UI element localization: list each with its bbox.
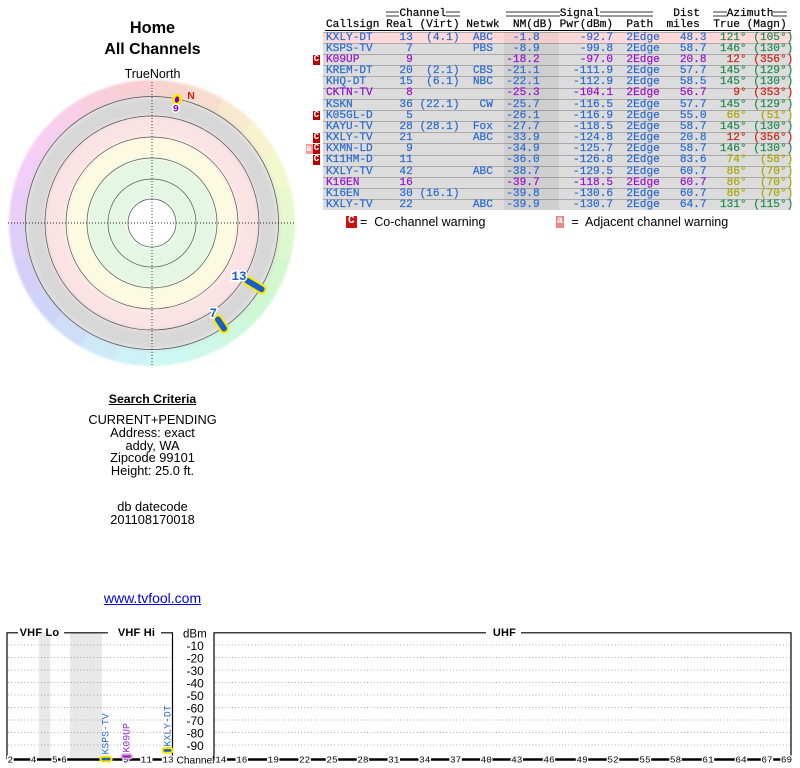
svg-text:49: 49 [576,755,587,766]
svg-text:14: 14 [215,755,227,766]
svg-text:N: N [187,90,195,102]
svg-text:2: 2 [7,755,13,766]
svg-text:61: 61 [702,755,714,766]
svg-text:37: 37 [450,755,461,766]
svg-text:KSPS-TV: KSPS-TV [101,713,112,754]
svg-text:28: 28 [357,755,369,766]
svg-text:-90: -90 [186,739,204,753]
svg-text:13: 13 [162,755,174,766]
svg-text:69: 69 [781,755,792,766]
svg-text:KXLY-DT: KXLY-DT [163,705,174,746]
svg-text:67: 67 [761,755,772,766]
svg-text:6: 6 [61,755,67,766]
svg-text:5: 5 [52,755,58,766]
svg-text:16: 16 [236,755,248,766]
svg-text:46: 46 [543,755,555,766]
svg-text:43: 43 [511,755,523,766]
svg-text:40: 40 [481,755,493,766]
svg-text:UHF: UHF [493,627,516,639]
svg-text:19: 19 [268,755,279,766]
svg-text:7: 7 [210,307,218,321]
svg-text:64: 64 [735,755,747,766]
svg-text:31: 31 [388,755,400,766]
svg-text:34: 34 [419,755,431,766]
svg-text:13: 13 [232,270,247,284]
svg-text:58: 58 [670,755,682,766]
svg-text:4: 4 [31,755,37,766]
svg-text:52: 52 [607,755,618,766]
svg-text:55: 55 [639,755,651,766]
svg-text:Channel: Channel [177,755,215,766]
svg-text:VHF Lo: VHF Lo [20,627,60,639]
svg-text:22: 22 [299,755,310,766]
svg-text:K09UP: K09UP [122,723,133,753]
svg-text:9: 9 [173,104,179,116]
svg-text:25: 25 [326,755,338,766]
svg-text:VHF Hi: VHF Hi [118,627,155,639]
svg-text:11: 11 [141,755,153,766]
